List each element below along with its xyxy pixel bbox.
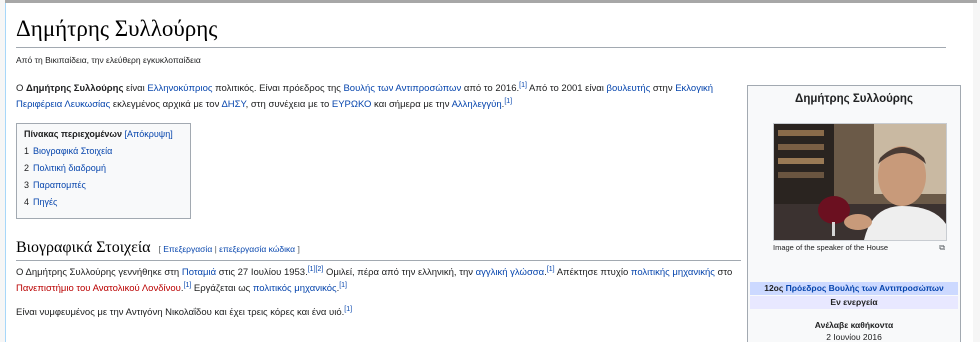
body-text: Εργάζεται ως (191, 283, 253, 294)
toc-header: Πίνακας περιεχομένων [Απόκρυψη] (24, 129, 183, 139)
link-university-east-london[interactable]: Πανεπιστήμιο του Ανατολικού Λονδίνου (16, 283, 181, 294)
reference-link[interactable]: [1] (339, 282, 347, 289)
toc-item[interactable]: 1 Βιογραφικά Στοιχεία (24, 143, 183, 160)
toc-item[interactable]: 4 Πηγές (24, 194, 183, 211)
assumed-office-date: 2 Ιουνίου 2016 (826, 332, 882, 342)
reference-link[interactable]: [1] (504, 98, 512, 105)
body-text: Απέκτησε πτυχίο (554, 267, 631, 278)
toc-item-label[interactable]: Βιογραφικά Στοιχεία (33, 146, 112, 156)
intro-text: από το 2016. (461, 83, 520, 94)
toc-list: 1 Βιογραφικά Στοιχεία 2 Πολιτική διαδρομή … (24, 143, 183, 211)
body-text: στις 27 Ιουλίου 1953. (216, 267, 308, 278)
intro-text: Ο (16, 83, 27, 94)
body-text: Ο Δημήτρης Συλλούρης γεννήθηκε στη (16, 267, 182, 278)
portrait-image (774, 124, 946, 240)
page-title: Δημήτρης Συλλούρης (16, 16, 218, 41)
toc-item-label[interactable]: Πολιτική διαδρομή (33, 163, 106, 173)
edit-section-link[interactable]: Επεξεργασία (163, 244, 212, 254)
toc-item-number: 1 (24, 146, 30, 156)
biography-paragraph: Ο Δημήτρης Συλλούρης γεννήθηκε στη Ποταμ… (16, 265, 741, 297)
link-civil-engineering[interactable]: πολιτικής μηχανικής (631, 267, 715, 278)
section-edit-links: [ Επεξεργασία | επεξεργασία κώδικα ] (159, 244, 300, 254)
infobox: Δημήτρης Συλλούρης Image of the speaker (747, 85, 961, 342)
toc-toggle-button[interactable]: [Απόκρυψη] (125, 129, 173, 139)
intro-text: εκλεγμένος αρχικά με τον (110, 99, 222, 110)
office-link[interactable]: Πρόεδρος Βουλής των Αντιπροσώπων (786, 283, 944, 293)
reference-link[interactable]: [1] (547, 266, 555, 273)
edit-source-link[interactable]: επεξεργασία κώδικα (219, 244, 295, 254)
link-house-of-representatives[interactable]: Βουλής των Αντιπροσώπων (343, 83, 461, 94)
toc-item-label[interactable]: Παραπομπές (33, 180, 86, 190)
reference-link[interactable]: [1] (344, 306, 352, 313)
subject-name: Δημήτρης Συλλούρης (26, 83, 124, 94)
section-divider (16, 260, 741, 261)
intro-text: στην (650, 83, 676, 94)
title-divider (16, 47, 946, 48)
link-evroko[interactable]: ΕΥΡΩΚΟ (332, 99, 372, 110)
section-heading-biography: Βιογραφικά Στοιχεία [ Επεξεργασία | επεξε… (16, 239, 300, 257)
expand-icon[interactable]: ⧉ (939, 243, 945, 253)
toc-item-label[interactable]: Πηγές (33, 197, 57, 207)
toc-item[interactable]: 2 Πολιτική διαδρομή (24, 160, 183, 177)
intro-text: πολιτικός. Είναι πρόεδρος της (212, 83, 344, 94)
site-tagline: Από τη Βικιπαίδεια, την ελεύθερη εγκυκλο… (16, 55, 201, 65)
body-text: Ομιλεί, πέρα από την ελληνική, την (323, 267, 476, 278)
family-paragraph: Είναι νυμφευμένος με την Αντιγόνη Νικολα… (16, 305, 741, 321)
toc-title: Πίνακας περιεχομένων (24, 129, 123, 139)
toc-item-number: 4 (24, 197, 30, 207)
link-disy[interactable]: ΔΗΣΥ (221, 99, 245, 110)
intro-text: και σήμερα με την (371, 99, 452, 110)
intro-text: Από το 2001 είναι (526, 83, 607, 94)
portrait-photo[interactable] (773, 123, 947, 241)
infobox-status: Εν ενεργεία (750, 296, 958, 309)
intro-text: , στη συνέχεια με το (245, 99, 332, 110)
section-heading-text: Βιογραφικά Στοιχεία (16, 239, 151, 256)
infobox-office-header: 12ος Πρόεδρος Βουλής των Αντιπροσώπων (750, 282, 958, 295)
link-greek-cypriot[interactable]: Ελληνοκύπριος (147, 83, 212, 94)
intro-paragraph: Ο Δημήτρης Συλλούρης είναι Ελληνοκύπριος… (16, 81, 741, 113)
table-of-contents: Πίνακας περιεχομένων [Απόκρυψη] 1 Βιογραφ… (16, 123, 191, 219)
edit-bracket: ] (295, 244, 300, 254)
reference-link[interactable]: [1] (519, 82, 527, 89)
image-caption: Image of the speaker of the House ⧉ (773, 243, 945, 252)
link-member-of-parliament[interactable]: βουλευτής (607, 83, 651, 94)
toc-item-number: 3 (24, 180, 30, 190)
link-civil-engineer[interactable]: πολιτικός μηχανικός (253, 283, 337, 294)
image-caption-text: Image of the speaker of the House (773, 243, 889, 252)
link-english-language[interactable]: αγγλική γλώσσα (476, 267, 545, 278)
link-potamia[interactable]: Ποταμιά (182, 267, 216, 278)
office-ordinal: 12ος (764, 283, 786, 293)
assumed-office-label: Ανέλαβε καθήκοντα (814, 320, 894, 330)
intro-text: είναι (123, 83, 148, 94)
link-solidarity[interactable]: Αλληλεγγύη (452, 99, 502, 110)
article-content: Δημήτρης Συλλούρης Από τη Βικιπαίδεια, τ… (5, 3, 973, 342)
reference-link[interactable]: [1][2] (308, 266, 324, 273)
infobox-title: Δημήτρης Συλλούρης (795, 93, 913, 105)
body-text: στο (714, 267, 733, 278)
body-text: Είναι νυμφευμένος με την Αντιγόνη Νικολα… (16, 307, 345, 318)
toc-item[interactable]: 3 Παραπομπές (24, 177, 183, 194)
toc-item-number: 2 (24, 163, 30, 173)
